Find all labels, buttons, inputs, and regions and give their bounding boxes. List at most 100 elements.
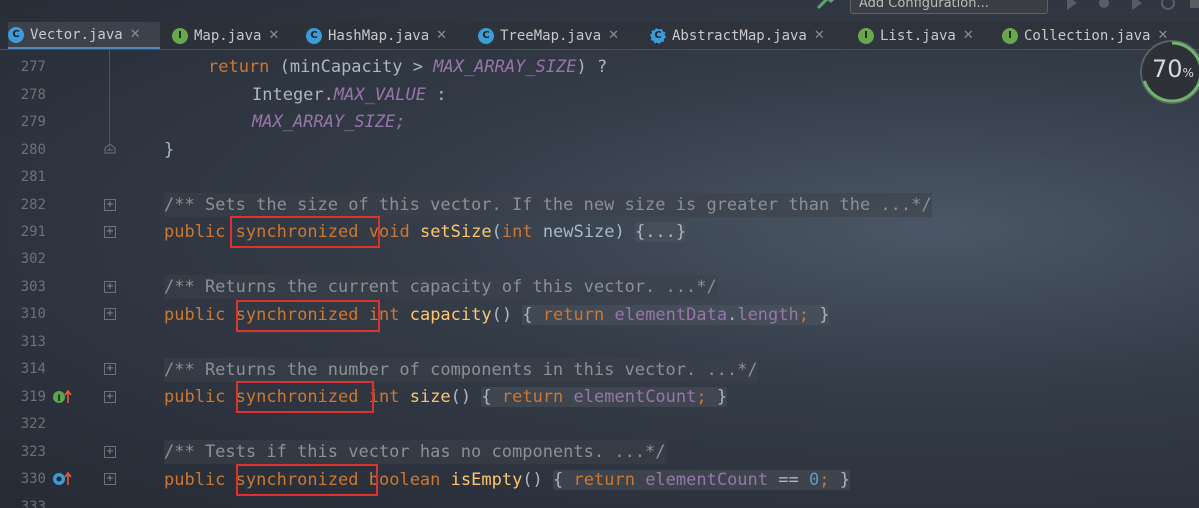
expand-fold-icon[interactable]: + bbox=[104, 199, 116, 211]
expand-fold-icon[interactable]: + bbox=[104, 308, 116, 320]
main-toolbar: Add Configuration... bbox=[0, 0, 1199, 22]
method-name: capacity bbox=[409, 305, 492, 325]
line-number[interactable]: 313 bbox=[0, 332, 46, 352]
code-text: . bbox=[727, 305, 738, 325]
code-text: ) bbox=[614, 222, 635, 242]
code-text: ; bbox=[696, 387, 707, 407]
editor-gutter: 277 278 279 280 281 282 291 302 303 310 … bbox=[0, 50, 150, 508]
expand-fold-icon[interactable]: + bbox=[104, 363, 116, 375]
run-configuration-dropdown[interactable]: Add Configuration... bbox=[850, 0, 1048, 14]
tab-treemap-java[interactable]: C TreeMap.java ✕ bbox=[478, 22, 636, 49]
close-icon[interactable]: ✕ bbox=[436, 28, 447, 43]
code-text: (minCapacity > bbox=[269, 57, 434, 77]
line-number[interactable]: 291 bbox=[0, 222, 46, 242]
tab-map-java[interactable]: I Map.java ✕ bbox=[172, 22, 294, 49]
tab-label: List.java bbox=[880, 27, 956, 44]
coverage-icon[interactable] bbox=[1130, 0, 1146, 10]
expand-fold-icon[interactable]: + bbox=[104, 226, 116, 238]
doc-comment: /** Returns the current capacity of this… bbox=[164, 277, 717, 297]
build-hammer-icon[interactable] bbox=[816, 0, 836, 10]
keyword: boolean bbox=[368, 470, 441, 490]
line-number[interactable]: 280 bbox=[0, 140, 46, 160]
code-editor[interactable]: return (minCapacity > MAX_ARRAY_SIZE) ? … bbox=[164, 50, 1199, 508]
line-number[interactable]: 282 bbox=[0, 195, 46, 215]
keyword: return bbox=[208, 57, 270, 77]
folded-region[interactable]: { return elementData.length; } bbox=[522, 305, 830, 325]
keyword: public bbox=[164, 305, 226, 325]
line-number[interactable]: 302 bbox=[0, 249, 46, 269]
line-number[interactable]: 278 bbox=[0, 85, 46, 105]
folded-region[interactable]: {...} bbox=[634, 222, 687, 242]
code-line-279[interactable]: MAX_ARRAY_SIZE; bbox=[252, 110, 406, 134]
stop-icon[interactable] bbox=[1188, 0, 1199, 10]
profile-icon[interactable] bbox=[1160, 0, 1176, 10]
overrides-method-icon[interactable] bbox=[52, 471, 74, 487]
code-text: () bbox=[491, 305, 523, 325]
fold-end-icon[interactable] bbox=[104, 143, 116, 154]
keyword: return bbox=[542, 305, 605, 325]
close-icon[interactable]: ✕ bbox=[963, 28, 974, 43]
close-icon[interactable]: ✕ bbox=[268, 28, 279, 43]
line-number[interactable]: 333 bbox=[0, 497, 46, 508]
code-text: { bbox=[522, 305, 543, 325]
code-line-282[interactable]: /** Sets the size of this vector. If the… bbox=[164, 193, 932, 217]
line-number[interactable]: 281 bbox=[0, 167, 46, 187]
interface-icon: I bbox=[858, 27, 874, 44]
class-icon: C bbox=[478, 27, 494, 44]
close-icon[interactable]: ✕ bbox=[130, 27, 141, 42]
close-icon[interactable]: ✕ bbox=[608, 28, 619, 43]
code-text: { bbox=[553, 470, 574, 490]
code-line-280[interactable]: } bbox=[164, 138, 174, 162]
keyword: public bbox=[164, 387, 226, 407]
line-number[interactable]: 303 bbox=[0, 277, 46, 297]
constant: MAX_VALUE bbox=[333, 85, 427, 105]
keyword: return bbox=[501, 387, 564, 407]
tab-label: Collection.java bbox=[1024, 27, 1151, 44]
line-number[interactable]: 314 bbox=[0, 359, 46, 379]
field-name: elementCount bbox=[645, 470, 769, 490]
line-number[interactable]: 330 bbox=[0, 469, 46, 489]
progress-value: 70 bbox=[1152, 55, 1183, 83]
code-line-277[interactable]: return (minCapacity > MAX_ARRAY_SIZE) ? bbox=[208, 55, 607, 79]
line-number[interactable]: 310 bbox=[0, 304, 46, 324]
expand-fold-icon[interactable]: + bbox=[104, 446, 116, 458]
code-line-314[interactable]: /** Returns the number of components in … bbox=[164, 358, 758, 382]
line-number[interactable]: 323 bbox=[0, 442, 46, 462]
interface-icon: I bbox=[172, 27, 188, 44]
keyword: int bbox=[501, 222, 533, 242]
field-name: elementCount bbox=[573, 387, 697, 407]
close-icon[interactable]: ✕ bbox=[814, 28, 825, 43]
debug-icon[interactable] bbox=[1096, 0, 1112, 10]
constant: MAX_ARRAY_SIZE bbox=[252, 112, 396, 132]
constant: MAX_ARRAY_SIZE bbox=[433, 57, 577, 77]
line-number[interactable]: 277 bbox=[0, 57, 46, 77]
folded-region[interactable]: { return elementCount == 0; } bbox=[553, 470, 850, 490]
method-name: isEmpty bbox=[450, 470, 523, 490]
tab-vector-java[interactable]: C Vector.java ✕ bbox=[8, 22, 160, 49]
code-text: } bbox=[829, 470, 850, 490]
code-line-278[interactable]: Integer.MAX_VALUE : bbox=[252, 83, 447, 107]
line-number[interactable]: 279 bbox=[0, 112, 46, 132]
line-number[interactable]: 322 bbox=[0, 414, 46, 434]
number-literal: 0 bbox=[808, 470, 820, 490]
tab-list-java[interactable]: I List.java ✕ bbox=[858, 22, 988, 49]
folded-region[interactable]: { return elementCount; } bbox=[481, 387, 728, 407]
svg-text:I: I bbox=[57, 394, 60, 404]
tab-label: Map.java bbox=[194, 27, 262, 44]
code-text: ) ? bbox=[576, 57, 608, 77]
implements-method-icon[interactable]: I bbox=[52, 389, 74, 405]
tab-hashmap-java[interactable]: C HashMap.java ✕ bbox=[306, 22, 464, 49]
code-line-323[interactable]: /** Tests if this vector has no componen… bbox=[164, 440, 666, 464]
tab-label: HashMap.java bbox=[328, 27, 430, 44]
code-text: () bbox=[522, 470, 554, 490]
code-line-303[interactable]: /** Returns the current capacity of this… bbox=[164, 275, 717, 299]
keyword: public bbox=[164, 222, 226, 242]
run-icon[interactable] bbox=[1064, 0, 1080, 10]
tab-abstractmap-java[interactable]: C AbstractMap.java ✕ bbox=[650, 22, 846, 49]
expand-fold-icon[interactable]: + bbox=[104, 473, 116, 485]
expand-fold-icon[interactable]: + bbox=[104, 391, 116, 403]
code-text: ; bbox=[395, 112, 406, 132]
line-number[interactable]: 319 bbox=[0, 387, 46, 407]
editor-tab-bar: C Vector.java ✕ I Map.java ✕ C HashMap.j… bbox=[0, 22, 1199, 50]
expand-fold-icon[interactable]: + bbox=[104, 281, 116, 293]
